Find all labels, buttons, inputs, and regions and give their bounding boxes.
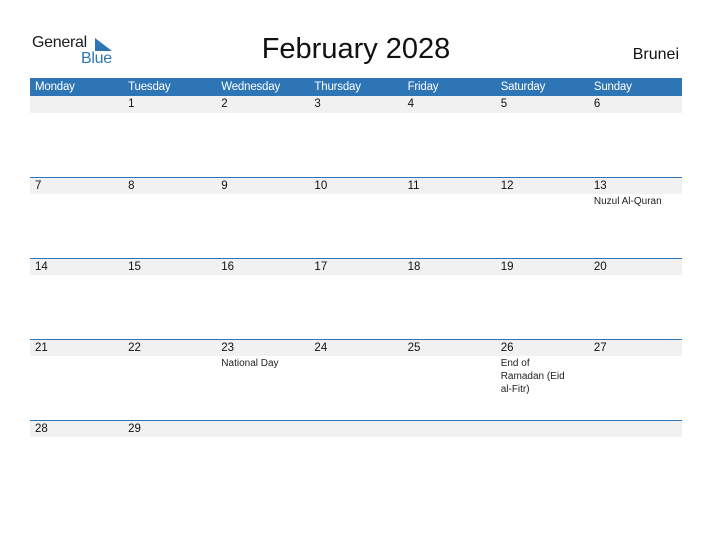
day-number: 20 xyxy=(588,259,682,275)
day-cell: 25 xyxy=(402,340,496,420)
day-cell: 7 xyxy=(30,178,124,258)
day-cell: 26 End of Ramadan (Eid al-Fitr) xyxy=(495,340,589,420)
weekday-saturday: Saturday xyxy=(500,81,546,93)
day-cell xyxy=(495,421,589,438)
day-number: 16 xyxy=(216,259,310,275)
day-cell: 4 xyxy=(402,96,496,177)
week-row: 123456 xyxy=(30,96,682,177)
week-cells: 28 29 xyxy=(30,421,682,438)
day-cell: 15 xyxy=(123,259,217,339)
calendar: Monday Tuesday Wednesday Thursday Friday… xyxy=(30,78,682,438)
day-number: 18 xyxy=(402,259,496,275)
day-cell: 10 xyxy=(309,178,403,258)
weekday-friday: Friday xyxy=(407,81,439,93)
day-cell xyxy=(30,96,124,177)
week-cells: 123456 xyxy=(30,96,682,177)
weeks-container: 1 2 3 4 5 6 7 8 9 10 11 12 13 Nuzul Al-Quran 14 15 16 17 1… xyxy=(30,96,682,438)
day-cell: 21 xyxy=(30,340,124,420)
weekday-thursday: Thursday xyxy=(314,81,361,93)
week-row: 21 22 23 National Day 24 25 26 End of Ramadan (… xyxy=(30,339,682,420)
day-cell: 20 xyxy=(588,259,682,339)
day-number xyxy=(30,96,124,113)
day-number: 2 xyxy=(216,96,310,113)
day-number: 1 xyxy=(123,96,217,113)
day-number: 12 xyxy=(495,178,589,194)
day-number: 24 xyxy=(309,340,403,356)
day-number: 19 xyxy=(495,259,589,275)
day-number: 25 xyxy=(402,340,496,356)
day-number: 10 xyxy=(309,178,403,194)
day-cell: 18 xyxy=(402,259,496,339)
holiday-label: Nuzul Al-Quran xyxy=(593,196,662,207)
day-number: 8 xyxy=(123,178,217,194)
day-cell: 2 xyxy=(216,96,310,177)
day-cell: 16 xyxy=(216,259,310,339)
week-cells: 14 15 16 17 18 19 20 xyxy=(30,259,682,339)
weekday-tuesday: Tuesday xyxy=(128,81,171,93)
day-number: 11 xyxy=(402,178,496,194)
day-cell: 27 xyxy=(588,340,682,420)
weekday-sunday: Sunday xyxy=(593,81,632,93)
day-number xyxy=(588,421,682,437)
day-number: 6 xyxy=(588,96,682,113)
day-cell: 23 National Day xyxy=(216,340,310,420)
day-number: 5 xyxy=(495,96,589,113)
page-title: February 2028 xyxy=(261,33,451,65)
day-cell: 22 xyxy=(123,340,217,420)
weekday-wednesday: Wednesday xyxy=(221,81,281,93)
day-number: 13 xyxy=(588,178,682,194)
day-cell: 19 xyxy=(495,259,589,339)
day-number: 22 xyxy=(123,340,217,356)
day-number: 29 xyxy=(123,421,217,437)
day-cell xyxy=(402,421,496,438)
day-number: 21 xyxy=(30,340,124,356)
day-number: 23 xyxy=(216,340,310,356)
day-number: 4 xyxy=(402,96,496,113)
week-cells: 7 8 9 10 11 12 13 Nuzul Al-Quran xyxy=(30,178,682,258)
day-cell xyxy=(309,421,403,438)
week-row: 7 8 9 10 11 12 13 Nuzul Al-Quran xyxy=(30,177,682,258)
day-cell xyxy=(588,421,682,438)
day-number: 3 xyxy=(309,96,403,113)
day-number: 27 xyxy=(588,340,682,356)
day-cell: 8 xyxy=(123,178,217,258)
holiday-label: National Day xyxy=(221,358,279,369)
weekday-header: Monday Tuesday Wednesday Thursday Friday… xyxy=(30,78,682,96)
day-cell xyxy=(216,421,310,438)
day-cell: 5 xyxy=(495,96,589,177)
day-number xyxy=(402,421,496,437)
day-cell: 1 xyxy=(123,96,217,177)
day-number: 26 xyxy=(495,340,589,356)
day-cell: 12 xyxy=(495,178,589,258)
country-label: Brunei xyxy=(632,46,679,63)
day-number: 14 xyxy=(30,259,124,275)
week-row: 28 29 xyxy=(30,420,682,438)
day-number xyxy=(495,421,589,437)
day-cell: 13 Nuzul Al-Quran xyxy=(588,178,682,258)
day-cell: 17 xyxy=(309,259,403,339)
day-cell: 24 xyxy=(309,340,403,420)
holiday-label: End of Ramadan (Eid al-Fitr) xyxy=(500,358,565,395)
day-number: 7 xyxy=(30,178,124,194)
day-number: 28 xyxy=(30,421,124,437)
day-cell: 9 xyxy=(216,178,310,258)
day-cell: 14 xyxy=(30,259,124,339)
day-cell: 29 xyxy=(123,421,217,438)
day-number: 9 xyxy=(216,178,310,194)
day-cell: 6 xyxy=(588,96,682,177)
day-cell: 3 xyxy=(309,96,403,177)
day-cell: 11 xyxy=(402,178,496,258)
day-number: 15 xyxy=(123,259,217,275)
day-cell: 28 xyxy=(30,421,124,438)
day-number: 17 xyxy=(309,259,403,275)
day-number xyxy=(309,421,403,437)
day-number xyxy=(216,421,310,437)
weekday-monday: Monday xyxy=(35,81,75,93)
week-cells: 21 22 23 National Day 24 25 26 End of Ramadan (… xyxy=(30,340,682,420)
week-row: 14 15 16 17 18 19 20 xyxy=(30,258,682,339)
